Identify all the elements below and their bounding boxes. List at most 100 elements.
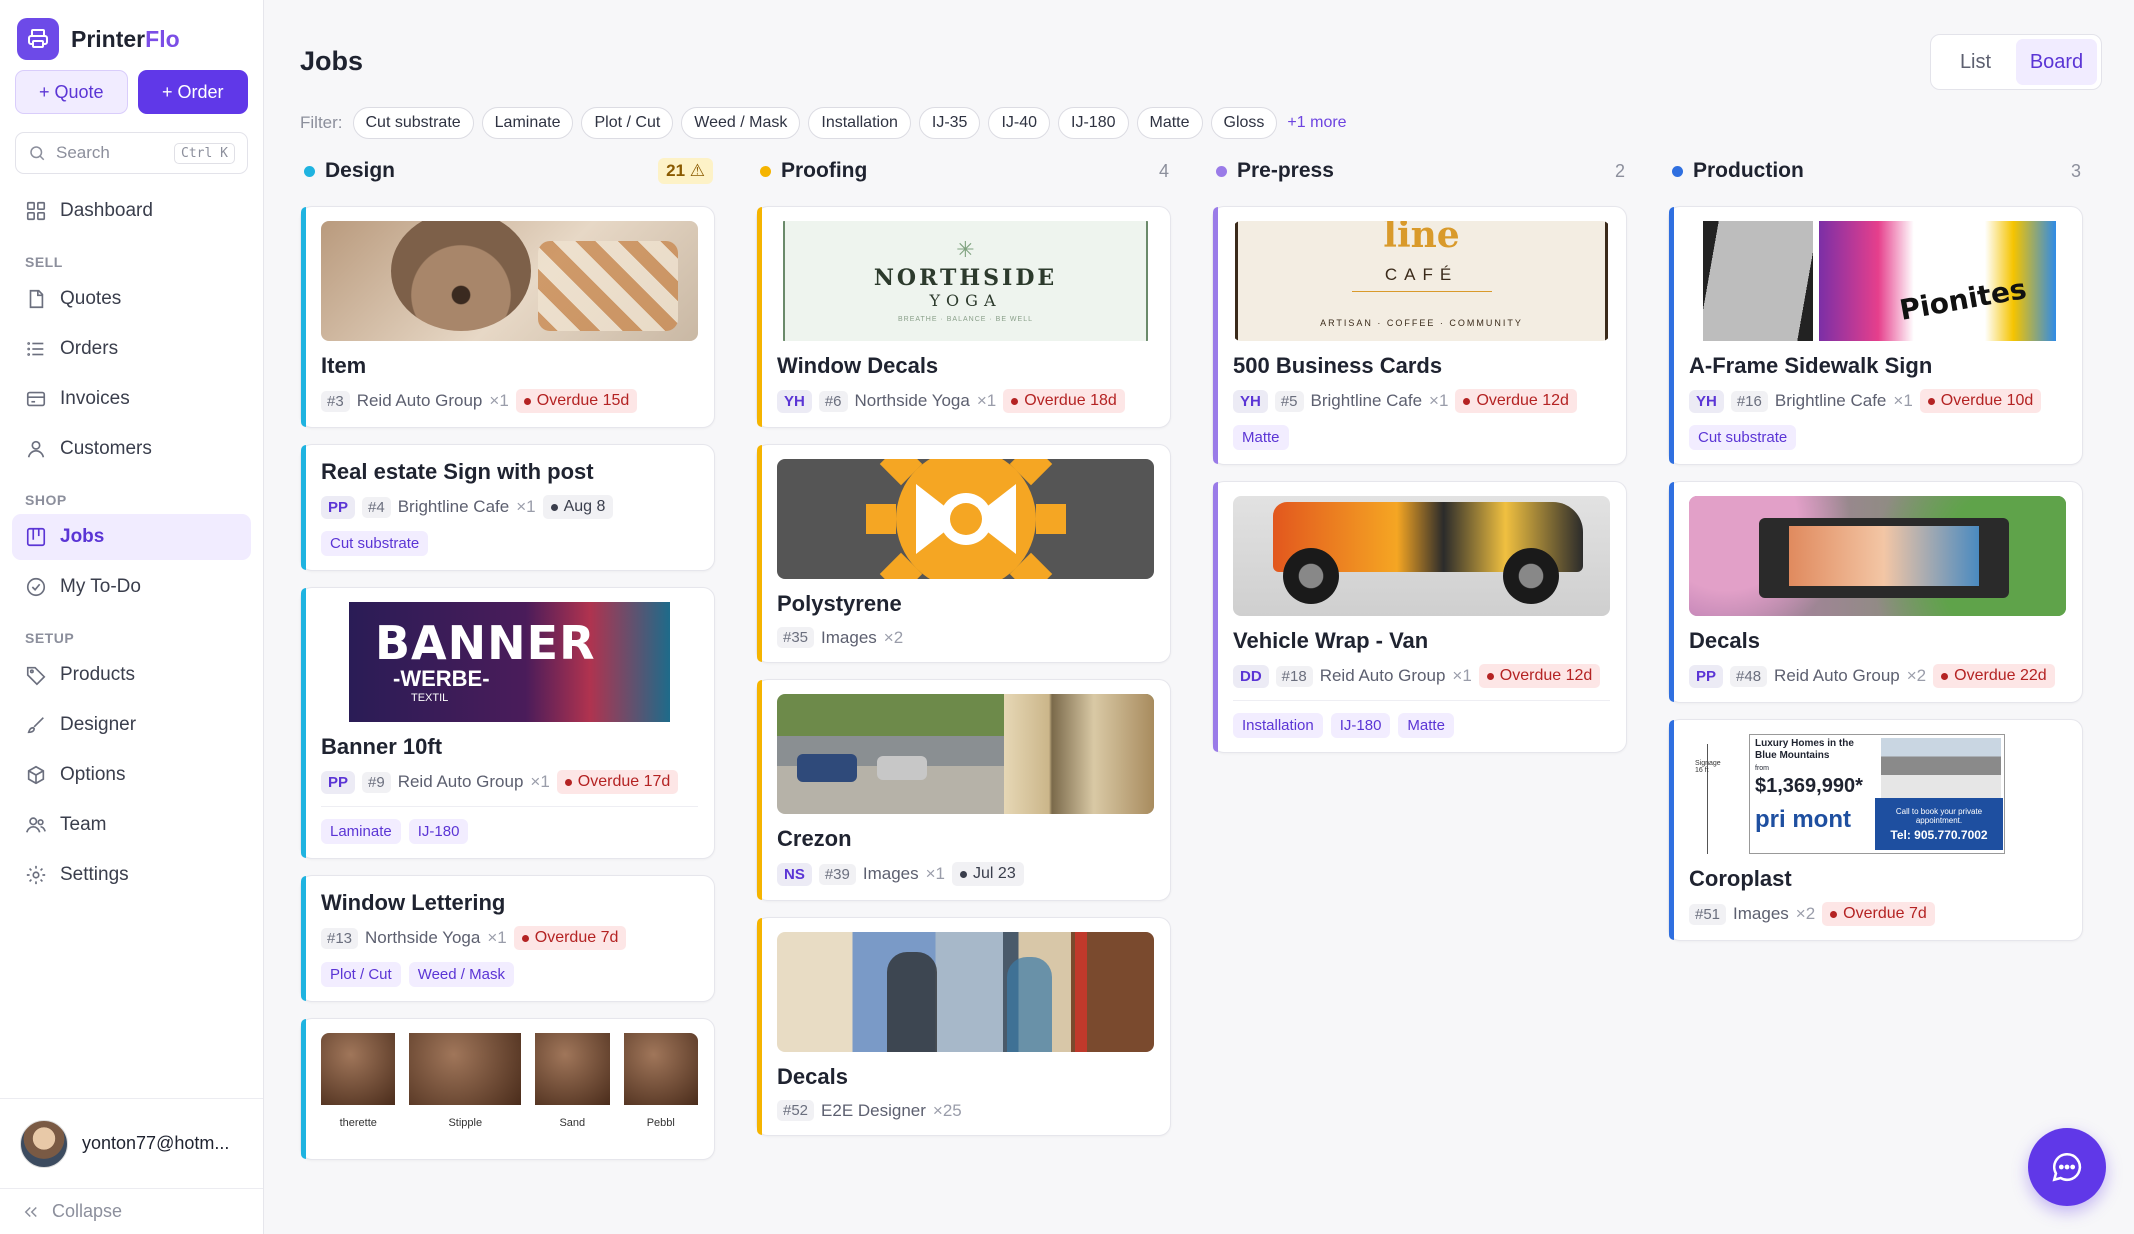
due-badge: Overdue 7d xyxy=(1822,902,1935,926)
filter-chip[interactable]: Cut substrate xyxy=(352,107,474,139)
sidebar-item-label: Quotes xyxy=(60,288,122,309)
sidebar-item-label: Customers xyxy=(60,438,152,459)
process-tag: Cut substrate xyxy=(1689,425,1797,450)
kanban-icon xyxy=(26,527,46,547)
job-card[interactable]: Decals PP #48 Reid Auto Group ×2 Overdue 22d xyxy=(1668,481,2083,703)
job-number: #35 xyxy=(777,627,815,648)
chat-button[interactable] xyxy=(2028,1128,2106,1206)
main-content: Jobs List Board Filter: Cut substrate Lam… xyxy=(264,0,2134,1234)
job-meta: #3 Reid Auto Group ×1 Overdue 15d xyxy=(321,389,698,413)
customer-name: Northside Yoga xyxy=(854,391,970,410)
sidebar-item-label: Designer xyxy=(60,714,137,735)
user-profile[interactable]: yonton77@hotm... xyxy=(0,1098,263,1188)
job-card[interactable]: BANNER -WERBE- TEXTIL Banner 10ft PP #9 Reid A… xyxy=(300,587,715,859)
job-card[interactable]: line CAFÉ ARTISAN · COFFEE · COMMUNITY 500 … xyxy=(1212,206,1627,465)
new-order-button[interactable]: + Order xyxy=(137,70,248,114)
sidebar-item-label: Dashboard xyxy=(60,200,153,221)
job-quantity: ×1 xyxy=(925,864,946,883)
job-thumbnail: therette Stipple Sand Pebbl xyxy=(321,1033,698,1133)
customer-name: Brightline Cafe xyxy=(397,497,510,516)
job-card[interactable]: ✳ NORTHSIDE YOGA BREATHE · BALANCE · BE WEL… xyxy=(756,206,1171,428)
sidebar-item-dashboard[interactable]: Dashboard xyxy=(12,188,251,234)
due-badge: Overdue 12d xyxy=(1478,664,1601,688)
sidebar-item-products[interactable]: Products xyxy=(12,652,251,698)
brand[interactable]: PrinterFlo xyxy=(0,0,263,64)
search-shortcut: Ctrl K xyxy=(174,142,235,164)
filter-chip[interactable]: Laminate xyxy=(481,107,574,139)
job-thumbnail: Pionites xyxy=(1689,221,2066,341)
job-card[interactable]: Decals #52 E2E Designer ×25 xyxy=(756,917,1171,1136)
more-filters-link[interactable]: +1 more xyxy=(1287,114,1346,132)
filter-chip[interactable]: IJ-35 xyxy=(918,107,981,139)
job-thumbnail xyxy=(1689,496,2066,616)
filter-chip[interactable]: Weed / Mask xyxy=(681,107,801,139)
job-thumbnail: line CAFÉ ARTISAN · COFFEE · COMMUNITY xyxy=(1233,221,1610,341)
job-card[interactable]: Window Lettering #13 Northside Yoga ×1 Overd… xyxy=(300,875,715,1002)
customer-name: Northside Yoga xyxy=(365,928,481,947)
job-card[interactable]: Real estate Sign with post PP #4 Brightline… xyxy=(300,444,715,571)
job-number: #9 xyxy=(362,771,391,793)
customer-name: Reid Auto Group xyxy=(356,391,483,410)
job-meta: PP #4 Brightline Cafe ×1 Aug 8 xyxy=(321,495,698,519)
board-view-button[interactable]: Board xyxy=(2016,39,2097,85)
job-title: Polystyrene xyxy=(777,591,902,616)
filter-bar: Filter: Cut substrate Laminate Plot / Cut W… xyxy=(300,107,1347,139)
job-number: #48 xyxy=(1730,665,1768,687)
customer-name: Images xyxy=(821,627,877,647)
job-number: #39 xyxy=(818,863,856,885)
job-card[interactable]: Vehicle Wrap - Van DD #18 Reid Auto Group ×1… xyxy=(1212,481,1627,753)
column-status-dot xyxy=(304,165,315,177)
job-quantity: ×1 xyxy=(487,928,507,947)
thumb-text: BANNER xyxy=(375,616,596,670)
process-tag: Plot / Cut xyxy=(321,962,401,987)
filter-chip[interactable]: Gloss xyxy=(1210,107,1278,139)
column-header: Pre-press 2 xyxy=(1212,154,1627,188)
sidebar-item-label: Jobs xyxy=(60,526,105,547)
new-quote-button[interactable]: + Quote xyxy=(15,70,128,114)
sidebar-item-settings[interactable]: Settings xyxy=(12,852,251,898)
sidebar-item-team[interactable]: Team xyxy=(12,802,251,848)
customer-name: Reid Auto Group xyxy=(397,772,524,791)
sidebar-item-options[interactable]: Options xyxy=(12,752,251,798)
job-title: Decals xyxy=(1689,628,1760,653)
check-circle-icon xyxy=(26,577,46,597)
thumb-text: Signage 16 ft xyxy=(1695,760,1721,774)
job-meta: PP #9 Reid Auto Group ×1 Overdue 17d xyxy=(321,770,698,794)
collapse-sidebar-button[interactable]: Collapse xyxy=(0,1188,263,1234)
job-card[interactable]: Crezon NS #39 Images ×1 Jul 23 xyxy=(756,679,1171,901)
job-quantity: ×1 xyxy=(516,497,536,516)
sidebar-item-quotes[interactable]: Quotes xyxy=(12,276,251,322)
sidebar-item-todo[interactable]: My To-Do xyxy=(12,564,251,610)
sidebar-item-invoices[interactable]: Invoices xyxy=(12,376,251,422)
job-quantity: ×1 xyxy=(530,772,550,791)
column-status-dot xyxy=(1216,165,1227,177)
board-column-proofing: Proofing 4 ✳ NORTHSIDE YOGA BREATHE · BALANCE… xyxy=(756,154,1171,1176)
job-card[interactable]: therette Stipple Sand Pebbl xyxy=(300,1018,715,1160)
sidebar-item-orders[interactable]: Orders xyxy=(12,326,251,372)
filter-chip[interactable]: Plot / Cut xyxy=(581,107,674,139)
card-divider xyxy=(321,806,698,807)
column-count: 4 xyxy=(1158,160,1169,181)
filter-chip[interactable]: IJ-40 xyxy=(988,107,1051,139)
customer-name: Reid Auto Group xyxy=(1774,666,1900,685)
job-meta: YH #16 Brightline Cafe ×1 Overdue 10d xyxy=(1689,389,2066,413)
search-input[interactable]: Search Ctrl K xyxy=(15,132,248,174)
filter-chip[interactable]: IJ-180 xyxy=(1058,107,1129,139)
thumb-text: pri mont xyxy=(1755,806,1851,833)
job-card[interactable]: Signage 16 ft Luxury Homes in the Blue Mo… xyxy=(1668,719,2083,941)
filter-chip[interactable]: Matte xyxy=(1136,107,1203,139)
job-quantity: ×2 xyxy=(1906,666,1927,685)
sidebar-item-customers[interactable]: Customers xyxy=(12,426,251,472)
sidebar-item-jobs[interactable]: Jobs xyxy=(12,514,251,560)
filter-chip[interactable]: Installation xyxy=(808,107,911,139)
sidebar-item-designer[interactable]: Designer xyxy=(12,702,251,748)
job-card[interactable]: Item #3 Reid Auto Group ×1 Overdue 15d xyxy=(300,206,715,428)
job-card[interactable]: Pionites A-Frame Sidewalk Sign YH #16 Bright… xyxy=(1668,206,2083,465)
sidebar-item-label: Options xyxy=(60,764,126,785)
due-badge: Overdue 15d xyxy=(515,389,638,413)
list-view-button[interactable]: List xyxy=(1935,39,2016,85)
job-card[interactable]: Polystyrene #35 Images ×2 xyxy=(756,444,1171,663)
job-title: Decals xyxy=(777,1064,848,1089)
customer-name: Brightline Cafe xyxy=(1310,391,1423,410)
job-quantity: ×2 xyxy=(883,627,904,647)
